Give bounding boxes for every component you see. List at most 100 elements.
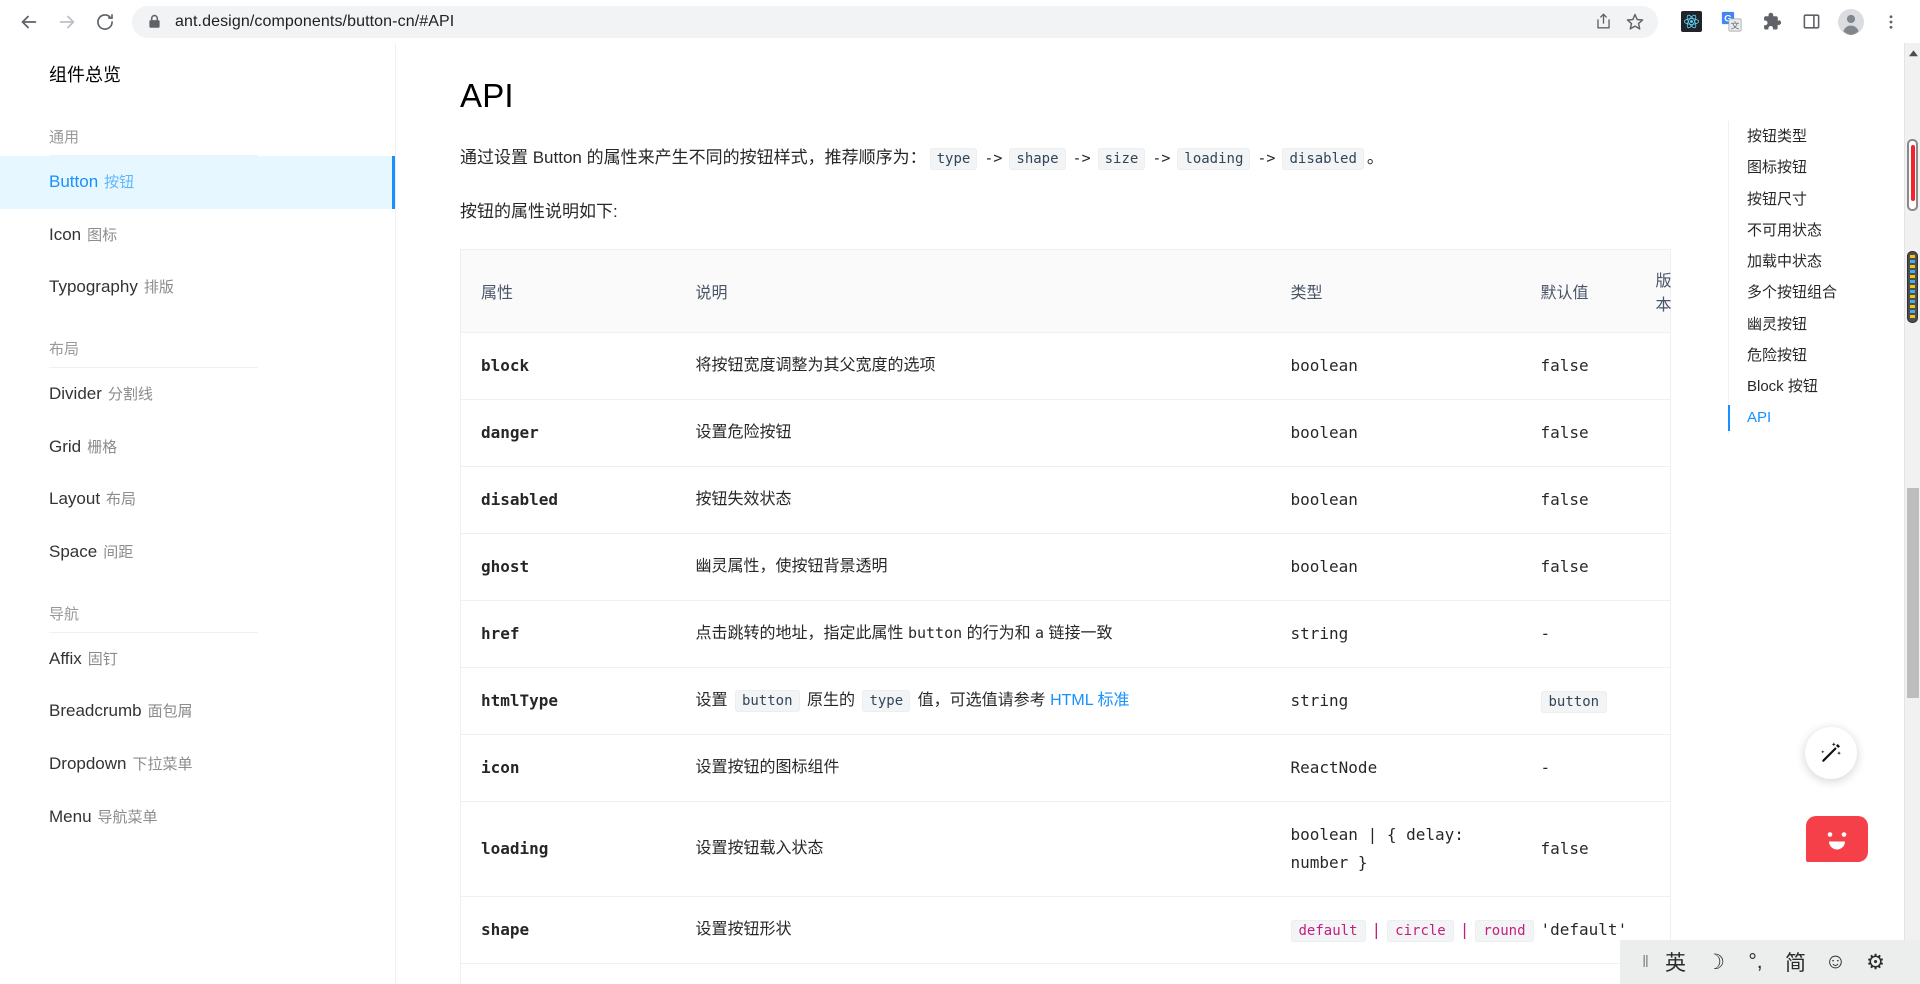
type-separator: | (1459, 920, 1470, 939)
sidebar-item-affix[interactable]: Affix 固钉 (0, 633, 395, 686)
share-icon[interactable] (1588, 7, 1618, 37)
sidebar-item-overview[interactable]: 组件总览 (0, 49, 395, 102)
ime-settings[interactable]: ⚙ (1864, 950, 1887, 975)
cell-version (1635, 533, 1671, 601)
sidebar-item-label-en: Space (49, 542, 98, 562)
url-text: ant.design/components/button-cn/#API (175, 12, 455, 30)
sidebar-item-label-cn: 面包屑 (147, 703, 193, 721)
intro-paragraph: 通过设置 Button 的属性来产生不同的按钮样式，推荐顺序为： type -> sh… (460, 141, 1676, 175)
desc-text: 的行为和 (962, 625, 1036, 642)
sidebar-group-title: 布局 (49, 341, 80, 359)
extensions-button[interactable] (1754, 5, 1788, 39)
inline-mono-text: a (1035, 624, 1045, 642)
cell-property-name: shape (460, 896, 676, 964)
toc-item[interactable]: 不可用状态 (1729, 215, 1868, 246)
three-dot-menu-icon (1889, 14, 1893, 29)
ime-language-toggle[interactable]: 英 (1664, 947, 1687, 977)
browser-menu-button[interactable] (1874, 5, 1908, 39)
page-scrollbar[interactable] (1904, 43, 1920, 984)
cell-description: 将按钮宽度调整为其父宽度的选项 (675, 332, 1271, 400)
components-sidebar[interactable]: 组件总览 通用 Button 按钮 Icon 图标 Typography 排版 布局 Divid… (0, 43, 396, 984)
desc-text: 值，可选值请参考 (913, 692, 1051, 709)
sidebar-item-label-en: Menu (49, 806, 92, 826)
sidebar-item-label-en: Affix (49, 648, 82, 668)
cell-version (1635, 600, 1671, 668)
toc-item[interactable]: Block 按钮 (1729, 371, 1868, 402)
sidebar-item-label-cn: 分割线 (107, 386, 153, 404)
table-header-cell: 类型 (1270, 249, 1521, 333)
toc-item[interactable]: 图标按钮 (1729, 152, 1868, 183)
sidebar-item-layout[interactable]: Layout 布局 (0, 473, 395, 526)
scroll-up-arrow[interactable] (1905, 47, 1920, 59)
sidebar-item-label-cn: 布局 (106, 491, 137, 509)
cell-property-name: icon (460, 734, 676, 802)
scrollbar-thumb[interactable] (1907, 488, 1919, 698)
sidebar-item-label-en: Divider (49, 384, 102, 404)
magic-wand-button[interactable] (1805, 727, 1857, 779)
ime-moon-mode[interactable]: ☽ (1704, 950, 1727, 975)
toc-item[interactable]: 加载中状态 (1729, 246, 1868, 277)
table-row: size设置按钮大小large|middle|smallmiddle (460, 963, 1671, 984)
table-of-contents[interactable]: 按钮类型 图标按钮 按钮尺寸 不可用状态 加载中状态 多个按钮组合 幽灵按钮 危险按钮 Bloc… (1728, 121, 1868, 434)
sidebar-item-label-en: Grid (49, 436, 82, 456)
sidebar-item-grid[interactable]: Grid 栅格 (0, 421, 395, 474)
sidebar-item-label-cn: 排版 (143, 279, 174, 297)
sidebar-item-icon[interactable]: Icon 图标 (0, 209, 395, 262)
intro-prefix: 通过设置 Button 的属性来产生不同的按钮样式，推荐顺序为： (460, 148, 927, 167)
sidebar-item-menu[interactable]: Menu 导航菜单 (0, 791, 395, 844)
second-paragraph: 按钮的属性说明如下: (460, 202, 618, 221)
table-row: ghost 幽灵属性，使按钮背景透明 boolean false (460, 533, 1671, 601)
profile-button[interactable] (1834, 5, 1868, 39)
google-translate-extension-button[interactable]: G 文 (1714, 5, 1748, 39)
side-panel-button[interactable] (1794, 5, 1828, 39)
table-header-cell: 说明 (675, 249, 1271, 333)
page-body: 组件总览 通用 Button 按钮 Icon 图标 Typography 排版 布局 Divid… (0, 43, 1920, 984)
sidebar-item-label-cn: 图标 (87, 226, 118, 244)
desc-text: 原生的 (802, 692, 860, 709)
react-icon (1680, 11, 1702, 32)
sidebar-item-breadcrumb[interactable]: Breadcrumb 面包屑 (0, 685, 395, 738)
chat-smiley-icon (1827, 832, 1847, 850)
table-header-cell: 默认值 (1520, 249, 1636, 333)
cell-type: boolean (1270, 332, 1521, 400)
ime-simplified[interactable]: 简 (1784, 947, 1807, 977)
ime-drag-handle[interactable]: ‖ (1642, 952, 1649, 972)
star-icon[interactable] (1620, 7, 1650, 37)
sidebar-item-label-en: Breadcrumb (49, 701, 142, 721)
sidebar-item-button[interactable]: Button 按钮 (0, 156, 395, 209)
sidebar-overview-label: 组件总览 (49, 65, 121, 85)
html-standard-link[interactable]: HTML 标准 (1050, 692, 1129, 709)
cell-property-name: disabled (460, 466, 676, 534)
api-properties-table: 属性 说明 类型 默认值 版本 block 将按钮宽度调整为其父宽度的选项 boolean f… (460, 249, 1672, 984)
toc-item[interactable]: 按钮尺寸 (1729, 184, 1868, 215)
arrow-2: -> (1072, 149, 1091, 167)
toc-item[interactable]: 幽灵按钮 (1729, 309, 1868, 340)
desc-text: 点击跳转的地址，指定此属性 (695, 625, 908, 642)
page-title: API (460, 77, 514, 114)
toc-item[interactable]: 按钮类型 (1729, 121, 1868, 152)
sidebar-item-typography[interactable]: Typography 排版 (0, 261, 395, 314)
sidebar-item-divider[interactable]: Divider 分割线 (0, 368, 395, 421)
reload-button[interactable] (88, 5, 122, 39)
svg-text:文: 文 (1730, 20, 1739, 31)
react-devtools-extension-button[interactable] (1674, 5, 1708, 39)
ime-toolbar[interactable]: ‖ 英 ☽ °, 简 ☺ ⚙ (1620, 940, 1920, 984)
address-bar[interactable]: ant.design/components/button-cn/#API (132, 5, 1658, 38)
cell-default-value: false (1520, 533, 1636, 601)
table-row: icon 设置按钮的图标组件 ReactNode - (460, 734, 1671, 802)
ime-punctuation[interactable]: °, (1744, 950, 1767, 974)
cell-description: 按钮失效状态 (675, 466, 1271, 534)
toc-item[interactable]: API (1728, 402, 1868, 433)
cell-type: string (1270, 600, 1521, 668)
feedback-chat-button[interactable] (1806, 816, 1868, 862)
toc-item[interactable]: 危险按钮 (1729, 340, 1868, 371)
sidebar-item-space[interactable]: Space 间距 (0, 526, 395, 579)
back-button[interactable] (12, 5, 46, 39)
sidebar-item-label-cn: 按钮 (104, 174, 135, 192)
cell-type: boolean (1270, 466, 1521, 534)
arrow-1: -> (984, 149, 1003, 167)
forward-button[interactable] (50, 5, 84, 39)
ime-emoji[interactable]: ☺ (1824, 950, 1847, 974)
toc-item[interactable]: 多个按钮组合 (1729, 277, 1868, 308)
sidebar-item-dropdown[interactable]: Dropdown 下拉菜单 (0, 738, 395, 791)
